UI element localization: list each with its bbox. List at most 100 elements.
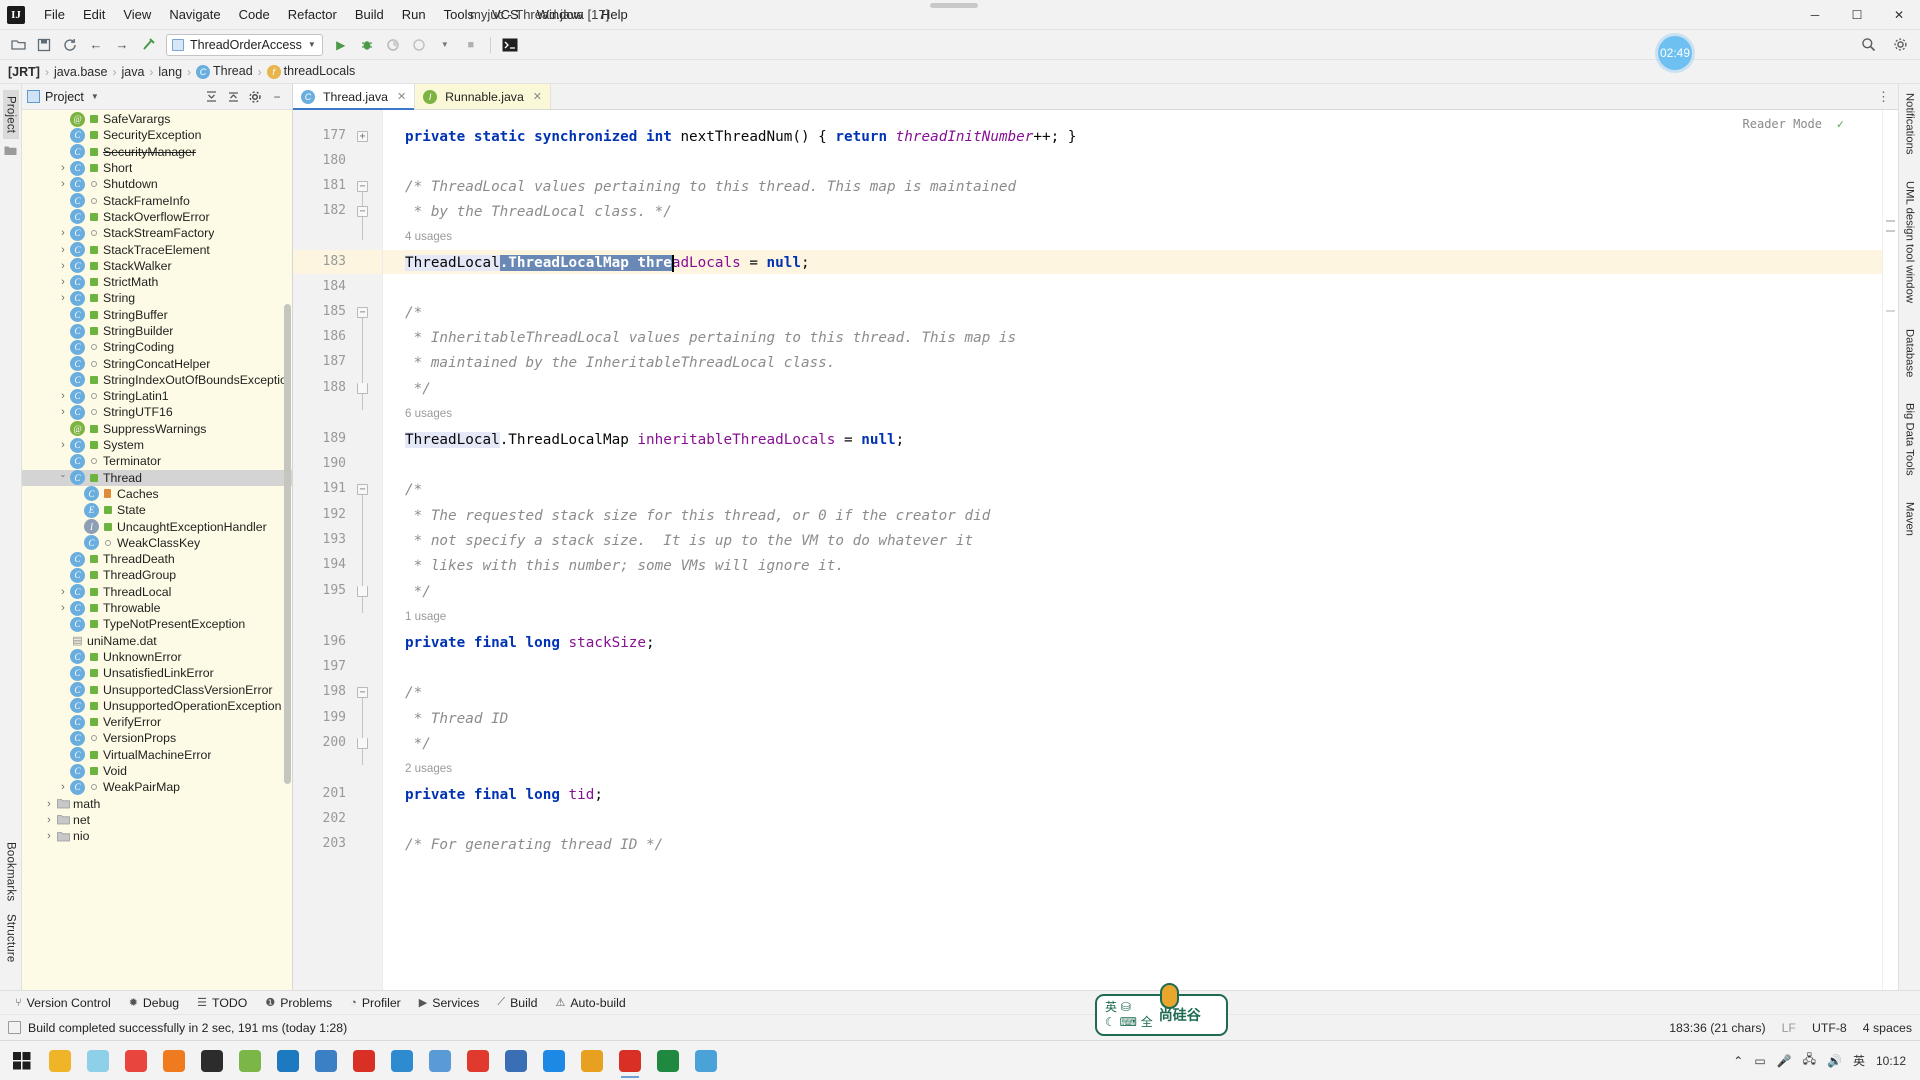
- project-tree[interactable]: @ SafeVarargs C SecurityException C SecurityM…: [22, 110, 292, 990]
- qq-icon[interactable]: [384, 1043, 420, 1079]
- start-icon[interactable]: [4, 1043, 40, 1079]
- tab-bar-overflow[interactable]: ⋮: [1877, 84, 1898, 109]
- tree-item[interactable]: C Thread: [22, 469, 292, 486]
- tree-item[interactable]: C Caches: [22, 486, 292, 502]
- notepad-icon[interactable]: [232, 1043, 268, 1079]
- chrome-icon[interactable]: [118, 1043, 154, 1079]
- chevron-right-icon[interactable]: [56, 276, 70, 288]
- hide-panel-icon[interactable]: −: [267, 87, 287, 107]
- right-rail-item[interactable]: UML design tool window: [1902, 176, 1918, 308]
- chevron-right-icon[interactable]: [56, 781, 70, 793]
- close-icon[interactable]: ✕: [533, 90, 542, 103]
- tree-item[interactable]: C Throwable: [22, 600, 292, 616]
- breadcrumb-item[interactable]: java: [121, 65, 144, 79]
- sidebar-item-bookmarks[interactable]: Bookmarks: [3, 836, 19, 907]
- file-explorer-icon[interactable]: [42, 1043, 78, 1079]
- chevron-right-icon[interactable]: [56, 244, 70, 256]
- bottom-tool-build[interactable]: ⟋ Build: [488, 994, 546, 1012]
- run-with-coverage-button[interactable]: [381, 34, 405, 56]
- tree-item[interactable]: C VirtualMachineError: [22, 747, 292, 763]
- navigate-forward-icon[interactable]: →: [110, 34, 134, 56]
- firefox-icon[interactable]: [156, 1043, 192, 1079]
- caret-position[interactable]: 183:36 (21 chars): [1669, 1021, 1765, 1035]
- tree-item[interactable]: @ SuppressWarnings: [22, 421, 292, 437]
- tree-item[interactable]: C System: [22, 437, 292, 453]
- debug-button[interactable]: [355, 34, 379, 56]
- tree-item[interactable]: I UncaughtExceptionHandler: [22, 518, 292, 535]
- tree-item[interactable]: C StringUTF16: [22, 404, 292, 420]
- network-icon[interactable]: 🖧: [1803, 1050, 1816, 1071]
- ime-width-mode[interactable]: 全: [1141, 1015, 1153, 1029]
- timer-badge[interactable]: 02:49: [1658, 36, 1692, 70]
- bottom-tool-services[interactable]: ▶ Services: [410, 994, 489, 1012]
- fold-toggle-icon[interactable]: −: [357, 687, 368, 698]
- project-tree-scrollbar[interactable]: [284, 304, 291, 784]
- tree-item[interactable]: C ThreadGroup: [22, 567, 292, 583]
- tree-item[interactable]: C StringConcatHelper: [22, 355, 292, 372]
- tree-item[interactable]: C StringCoding: [22, 339, 292, 355]
- error-stripe-gutter[interactable]: [1882, 110, 1898, 990]
- maximize-button[interactable]: ☐: [1836, 0, 1878, 30]
- tree-item[interactable]: C Short: [22, 160, 292, 176]
- menu-file[interactable]: File: [35, 3, 74, 27]
- bottom-tool-todo[interactable]: ☰ TODO: [188, 994, 256, 1012]
- fold-toggle-icon[interactable]: +: [357, 131, 368, 142]
- chevron-down-icon[interactable]: ▼: [433, 34, 457, 56]
- drive-icon[interactable]: [80, 1043, 116, 1079]
- settings-gear-icon[interactable]: [245, 87, 265, 107]
- tree-item[interactable]: C WeakClassKey: [22, 535, 292, 551]
- right-rail-item[interactable]: Notifications: [1902, 88, 1918, 160]
- bottom-tool-problems[interactable]: ❶ Problems: [256, 994, 341, 1012]
- usage-hint[interactable]: 6 usages: [405, 405, 452, 423]
- tree-item[interactable]: C StackWalker: [22, 258, 292, 274]
- ime-mode[interactable]: 英: [1105, 1000, 1117, 1014]
- menu-navigate[interactable]: Navigate: [160, 3, 229, 27]
- fold-toggle-icon[interactable]: [357, 586, 368, 597]
- tree-item[interactable]: C StringBuilder: [22, 323, 292, 339]
- sidebar-item-structure[interactable]: Structure: [3, 908, 19, 968]
- indent-setting[interactable]: 4 spaces: [1863, 1021, 1912, 1035]
- tree-item[interactable]: C UnknownError: [22, 649, 292, 665]
- usage-hint[interactable]: 4 usages: [405, 228, 452, 246]
- tree-item[interactable]: C UnsupportedClassVersionError: [22, 681, 292, 698]
- sync-icon[interactable]: [58, 34, 82, 56]
- qq-music-icon[interactable]: [536, 1043, 572, 1079]
- chevron-right-icon[interactable]: [56, 602, 70, 614]
- stop-button[interactable]: ■: [459, 34, 483, 56]
- store-icon[interactable]: [498, 1043, 534, 1079]
- editor-tab[interactable]: I Runnable.java ✕: [415, 84, 551, 109]
- chevron-right-icon[interactable]: [42, 798, 56, 810]
- breadcrumb-root[interactable]: [JRT]: [8, 65, 40, 79]
- tree-item[interactable]: C StrictMath: [22, 274, 292, 290]
- run-configuration-selector[interactable]: ThreadOrderAccess ▼: [166, 33, 323, 56]
- search-icon[interactable]: [422, 1043, 458, 1079]
- code-editor[interactable]: Reader Mode ✓ private static synchronize…: [383, 110, 1882, 990]
- right-rail-item[interactable]: Big Data Tools: [1902, 398, 1918, 481]
- close-icon[interactable]: ✕: [397, 90, 406, 103]
- photo-icon[interactable]: [308, 1043, 344, 1079]
- chevron-down-icon[interactable]: ▼: [91, 92, 99, 101]
- ime-tray-icon[interactable]: 英: [1853, 1052, 1865, 1069]
- menu-edit[interactable]: Edit: [74, 3, 114, 27]
- chevron-right-icon[interactable]: [56, 390, 70, 402]
- breadcrumb-field[interactable]: f threadLocals: [266, 64, 355, 79]
- tree-item[interactable]: C Shutdown: [22, 176, 292, 192]
- mic-icon[interactable]: 🎤: [1777, 1054, 1792, 1068]
- editor-gutter[interactable]: 177 +180 181−182−183 184 185−186 187 188 189 190…: [293, 110, 383, 990]
- tree-item[interactable]: C SecurityException: [22, 127, 292, 143]
- window-drag-handle[interactable]: [930, 3, 978, 8]
- settings-gear-icon[interactable]: [1888, 34, 1912, 56]
- menu-view[interactable]: View: [114, 3, 160, 27]
- tree-item[interactable]: C SecurityManager: [22, 144, 292, 160]
- chevron-right-icon[interactable]: [56, 162, 70, 174]
- chevron-right-icon[interactable]: [56, 406, 70, 418]
- volume-icon[interactable]: 🔊: [1827, 1054, 1842, 1068]
- toolbox-icon[interactable]: [612, 1043, 648, 1079]
- file-encoding[interactable]: UTF-8: [1812, 1021, 1847, 1035]
- bottom-tool-auto-build[interactable]: ⚠ Auto-build: [546, 994, 634, 1012]
- chevron-up-icon[interactable]: ⌃: [1733, 1054, 1743, 1068]
- fold-toggle-icon[interactable]: −: [357, 307, 368, 318]
- pdf-icon[interactable]: [346, 1043, 382, 1079]
- app-icon[interactable]: [688, 1043, 724, 1079]
- menu-build[interactable]: Build: [346, 3, 393, 27]
